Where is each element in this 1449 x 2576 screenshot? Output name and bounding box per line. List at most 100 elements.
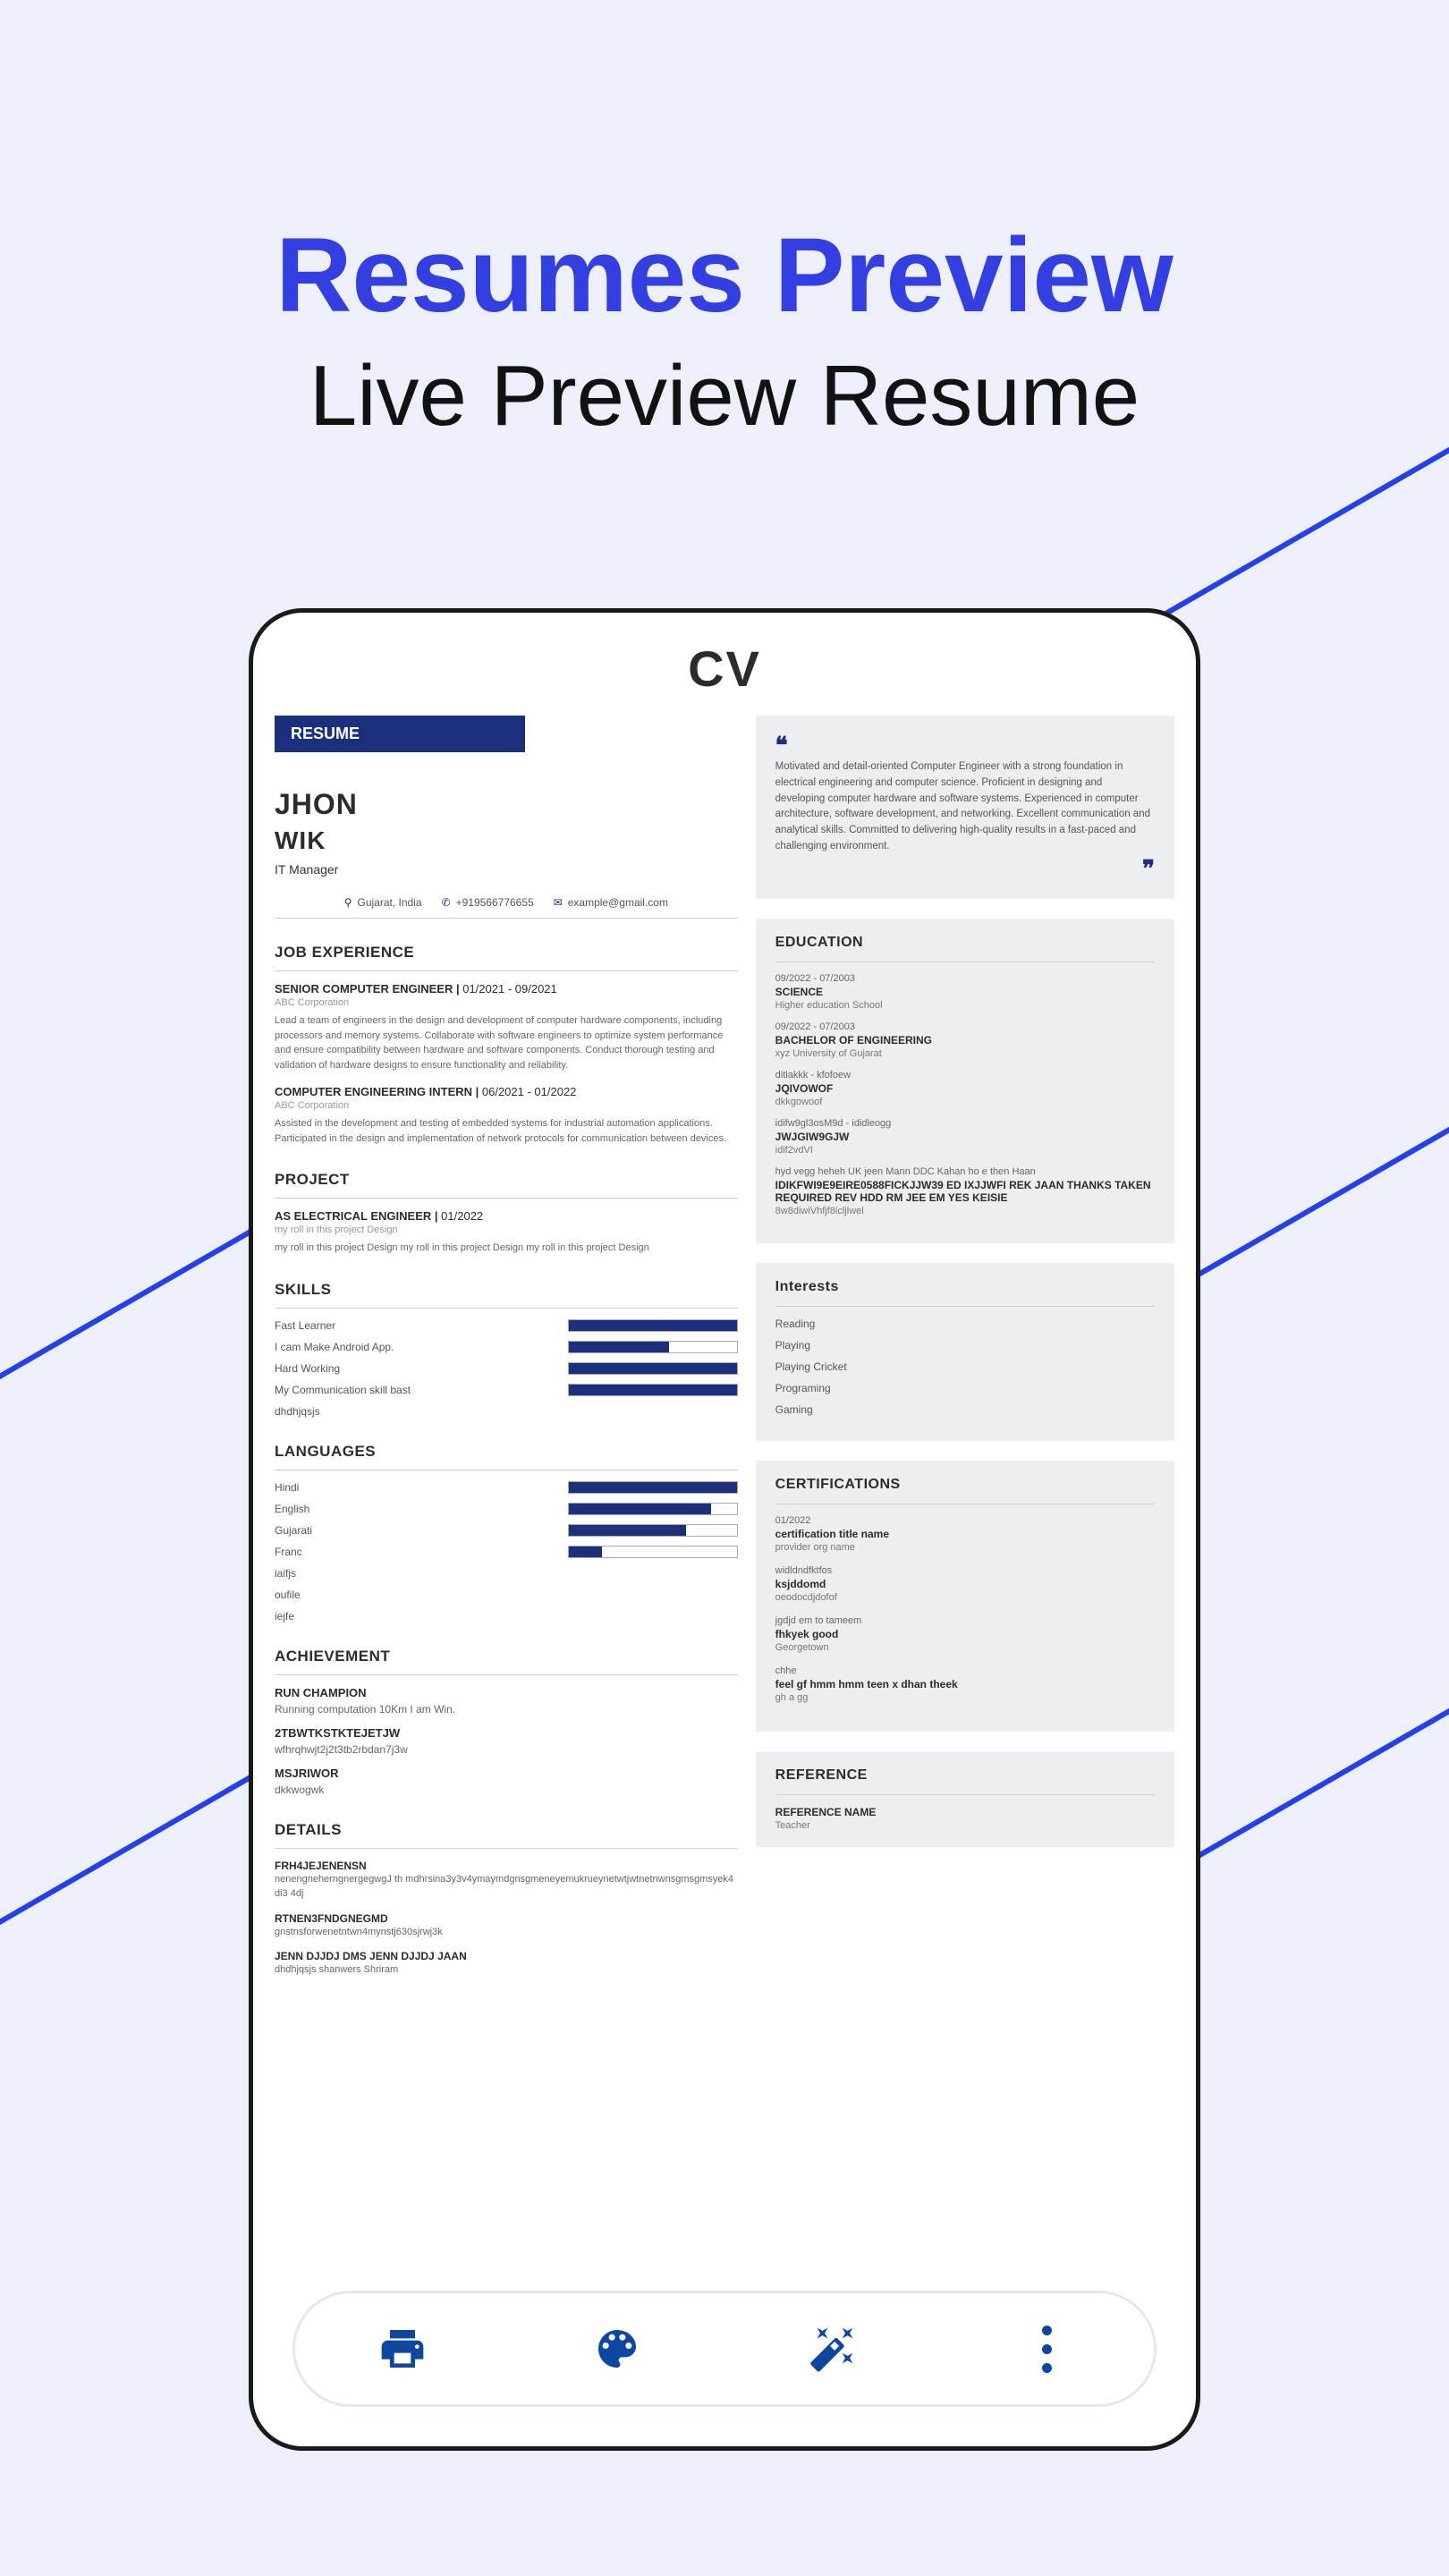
- cert-name: feel gf hmm hmm teen x dhan theek: [775, 1678, 1155, 1690]
- more-button[interactable]: [1018, 2320, 1075, 2377]
- phone-icon: ✆: [442, 896, 451, 909]
- cert-name: fhkyek good: [775, 1628, 1155, 1640]
- palette-icon: [592, 2324, 642, 2374]
- cert-date: chhe: [775, 1665, 1155, 1676]
- language-row: Franc: [275, 1546, 738, 1558]
- skill-row: My Communication skill bast: [275, 1384, 738, 1396]
- experience-desc: Lead a team of engineers in the design a…: [275, 1013, 738, 1072]
- skill-row: dhdhjqsjs: [275, 1405, 738, 1418]
- divider: [775, 1794, 1155, 1795]
- language-name: Hindi: [275, 1481, 299, 1494]
- experience-company: ABC Corporation: [275, 997, 738, 1008]
- cert-name: certification title name: [775, 1528, 1155, 1540]
- quote-open-icon: ❝: [775, 732, 788, 758]
- language-bar: [568, 1481, 738, 1494]
- section-experience: JOB EXPERIENCE: [275, 944, 738, 971]
- cert-org: provider org name: [775, 1542, 1155, 1553]
- education-school: Higher education School: [775, 1000, 1155, 1011]
- reference-name: REFERENCE NAME: [775, 1806, 1155, 1818]
- theme-button[interactable]: [589, 2320, 646, 2377]
- summary-text: Motivated and detail-oriented Computer E…: [775, 759, 1155, 855]
- skill-bar: [568, 1341, 738, 1353]
- cert-date: widldndfktfos: [775, 1565, 1155, 1576]
- education-date: hyd vegg heheh UK jeen Mann DDC Kahan ho…: [775, 1166, 1155, 1177]
- language-row: iaifjs: [275, 1567, 738, 1580]
- hero-title: Resumes Preview: [0, 215, 1449, 336]
- education-date: idifw9gl3osM9d - ididleogg: [775, 1118, 1155, 1129]
- language-row: English: [275, 1503, 738, 1515]
- detail-title: RTNEN3FNDGNEGMD: [275, 1912, 738, 1925]
- achievement-title: RUN CHAMPION: [275, 1686, 738, 1699]
- language-bar: [568, 1546, 738, 1558]
- detail-desc: gnstnsforwenetntwn4mynstj630sjrwj3k: [275, 1925, 738, 1940]
- education-date: 09/2022 - 07/2003: [775, 973, 1155, 984]
- section-reference: REFERENCE: [775, 1767, 1155, 1784]
- education-degree: JWJGIW9GJW: [775, 1131, 1155, 1143]
- detail-title: FRH4JEJENENSN: [275, 1860, 738, 1872]
- hero-subtitle: Live Preview Resume: [0, 347, 1449, 445]
- language-row: Gujarati: [275, 1524, 738, 1537]
- skill-bar: [568, 1362, 738, 1375]
- skill-name: dhdhjqsjs: [275, 1405, 320, 1418]
- skill-name: My Communication skill bast: [275, 1384, 411, 1396]
- achievement-desc: Running computation 10Km I am Win.: [275, 1703, 738, 1716]
- skill-bar: [568, 1384, 738, 1396]
- skill-row: Hard Working: [275, 1362, 738, 1375]
- project-dates: 01/2022: [441, 1209, 483, 1223]
- language-name: oufile: [275, 1589, 301, 1601]
- interest-item: Reading: [775, 1318, 1155, 1330]
- interest-item: Playing: [775, 1339, 1155, 1352]
- bottom-toolbar: [292, 2291, 1157, 2407]
- education-degree: IDIKFWI9E9EIRE0588FICKJJW39 ED IXJJWFI R…: [775, 1179, 1155, 1204]
- cert-date: 01/2022: [775, 1515, 1155, 1526]
- experience-title: COMPUTER ENGINEERING INTERN | 06/2021 - …: [275, 1085, 738, 1098]
- interest-item: Playing Cricket: [775, 1360, 1155, 1373]
- detail-desc: dhdhjqsjs shanwers Shriram: [275, 1962, 738, 1978]
- education-school: 8w8diwiVhfjf8icljlwel: [775, 1206, 1155, 1216]
- more-icon: [1042, 2326, 1052, 2335]
- interest-item: Programing: [775, 1382, 1155, 1394]
- education-degree: BACHELOR OF ENGINEERING: [775, 1034, 1155, 1046]
- experience-company: ABC Corporation: [275, 1100, 738, 1111]
- section-skills: SKILLS: [275, 1281, 738, 1309]
- skill-row: I cam Make Android App.: [275, 1341, 738, 1353]
- language-row: Hindi: [275, 1481, 738, 1494]
- achievement-desc: wfhrqhwjt2j2t3tb2rbdan7j3w: [275, 1743, 738, 1756]
- cert-org: oeodocdjdofof: [775, 1592, 1155, 1603]
- language-bar: [568, 1503, 738, 1515]
- contact-location: Gujarat, India: [357, 896, 421, 909]
- education-degree: SCIENCE: [775, 986, 1155, 998]
- language-bar: [568, 1524, 738, 1537]
- quote-close-icon: ❞: [775, 855, 1155, 883]
- cert-org: gh a gg: [775, 1692, 1155, 1703]
- cv-header: CV: [253, 613, 1196, 716]
- achievement-title: MSJRIWOR: [275, 1767, 738, 1780]
- skill-name: I cam Make Android App.: [275, 1341, 394, 1353]
- magic-wand-icon: [807, 2324, 857, 2374]
- section-achievement: ACHIEVEMENT: [275, 1648, 738, 1675]
- education-degree: JQIVOWOF: [775, 1082, 1155, 1095]
- print-icon: [377, 2324, 428, 2374]
- contact-row: ⚲Gujarat, India ✆+919566776655 ✉example@…: [275, 896, 738, 919]
- first-name: JHON: [275, 788, 738, 821]
- print-button[interactable]: [374, 2320, 431, 2377]
- skill-name: Hard Working: [275, 1362, 340, 1375]
- detail-title: JENN DJJDJ DMS JENN DJJDJ JAAN: [275, 1950, 738, 1962]
- education-date: 09/2022 - 07/2003: [775, 1021, 1155, 1032]
- section-certifications: CERTIFICATIONS: [775, 1477, 1155, 1493]
- contact-phone: +919566776655: [456, 896, 534, 909]
- achievement-title: 2TBWTKSTKTEJETJW: [275, 1726, 738, 1740]
- project-role: my roll in this project Design: [275, 1224, 738, 1235]
- experience-title: SENIOR COMPUTER ENGINEER | 01/2021 - 09/…: [275, 982, 738, 996]
- education-school: dkkgowoof: [775, 1097, 1155, 1107]
- interest-item: Gaming: [775, 1403, 1155, 1416]
- language-name: Franc: [275, 1546, 302, 1558]
- cert-date: jgdjd em to tameem: [775, 1615, 1155, 1626]
- experience-desc: Assisted in the development and testing …: [275, 1116, 738, 1146]
- section-details: DETAILS: [275, 1821, 738, 1849]
- achievement-desc: dkkwogwk: [275, 1784, 738, 1796]
- education-date: ditlakkk - kfofoew: [775, 1070, 1155, 1080]
- magic-button[interactable]: [803, 2320, 860, 2377]
- last-name: WIK: [275, 826, 738, 855]
- resume-badge: RESUME: [275, 716, 525, 752]
